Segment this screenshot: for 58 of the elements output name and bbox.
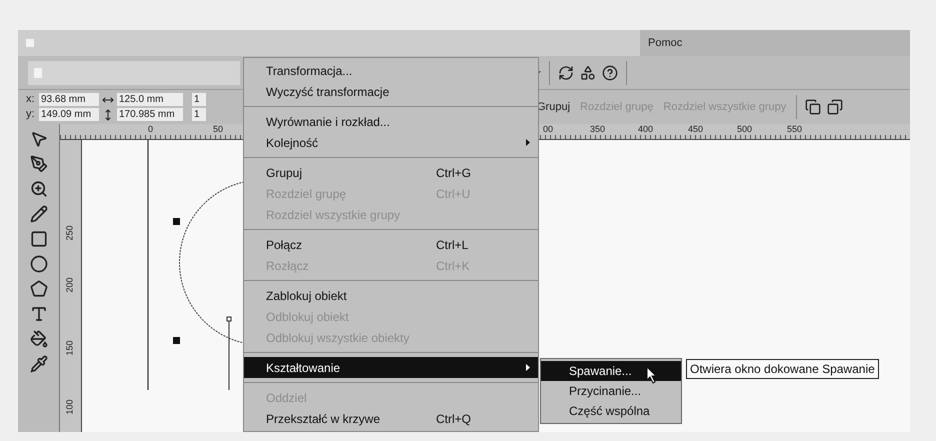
document-icon	[34, 68, 42, 78]
text-tool-icon[interactable]	[30, 305, 48, 323]
ruler-label: 250	[64, 225, 75, 241]
overlapping-squares-icon[interactable]	[805, 99, 822, 115]
help-icon[interactable]	[602, 64, 618, 80]
eyedropper-icon[interactable]	[30, 355, 48, 373]
shortcut-label: Ctrl+G	[436, 164, 472, 182]
menu-item[interactable]: Wyrównanie i rozkład...	[244, 111, 538, 132]
document-field[interactable]	[28, 60, 240, 84]
pencil-icon[interactable]	[30, 205, 48, 223]
size-field[interactable]: 125.0 mm	[117, 93, 183, 106]
pen-icon[interactable]	[30, 155, 48, 173]
axis-label: x:	[26, 92, 36, 108]
menu-item[interactable]: Połącz Ctrl+L	[244, 234, 538, 255]
pointer-icon[interactable]	[30, 130, 48, 148]
shortcut-label: Ctrl+L	[436, 236, 468, 254]
size-field[interactable]: 170.985 mm	[117, 108, 183, 121]
ruler-label: 450	[688, 124, 704, 134]
app-icon	[26, 39, 34, 47]
mouse-cursor-icon	[646, 366, 658, 384]
menu-item[interactable]: Grupuj Ctrl+G	[244, 162, 538, 183]
menu-item[interactable]: Spawanie...	[541, 361, 681, 381]
selection-handle[interactable]	[173, 337, 180, 344]
ruler-label: 400	[638, 124, 654, 134]
menu-item[interactable]: Część wspólna	[541, 401, 681, 421]
menu-item[interactable]: Przekształć w krzywe Ctrl+Q	[244, 408, 538, 429]
tooltip: Otwiera okno dokowane Spawanie	[686, 359, 879, 379]
ruler-label: 00	[543, 124, 554, 134]
overlapping-squares-icon[interactable]	[827, 99, 844, 115]
menu-item[interactable]: Wyczyść transformacje	[244, 81, 538, 102]
menu-item[interactable]: Kształtowanie	[244, 357, 538, 378]
pentagon-icon[interactable]	[30, 280, 48, 298]
bucket-icon[interactable]	[30, 330, 48, 348]
menu-item[interactable]: Zablokuj obiekt	[244, 285, 538, 306]
ruler-label: 350	[590, 124, 606, 134]
shortcut-label: Ctrl+Q	[436, 410, 472, 428]
selection-handle[interactable]	[173, 218, 180, 225]
shapes-icon[interactable]	[580, 64, 596, 80]
ruler-label: 150	[64, 340, 75, 356]
menu-item[interactable]: Pomoc	[648, 34, 682, 52]
ruler-label: 50	[213, 124, 224, 134]
menu-item[interactable]: Transformacja...	[244, 60, 538, 81]
position-field[interactable]: 93.68 mm	[39, 93, 99, 106]
position-field[interactable]: 149.09 mm	[39, 108, 99, 121]
ruler-label: 550	[787, 124, 802, 134]
menu-item[interactable]: Kolejność	[244, 132, 538, 153]
ruler-label: 100	[64, 399, 75, 415]
ruler-label: 200	[64, 277, 75, 293]
square-icon[interactable]	[30, 230, 48, 248]
ruler-label: 0	[148, 124, 154, 134]
ellipse-icon[interactable]	[30, 255, 48, 273]
magnifier-icon[interactable]	[30, 180, 48, 198]
menu-item[interactable]: Przycinanie...	[541, 381, 681, 401]
scale-field[interactable]: 1	[192, 93, 206, 106]
ruler-label: 500	[737, 124, 752, 134]
rotate-icon[interactable]	[558, 64, 574, 80]
axis-label: y:	[26, 107, 36, 122]
scale-field[interactable]: 1	[192, 108, 206, 121]
